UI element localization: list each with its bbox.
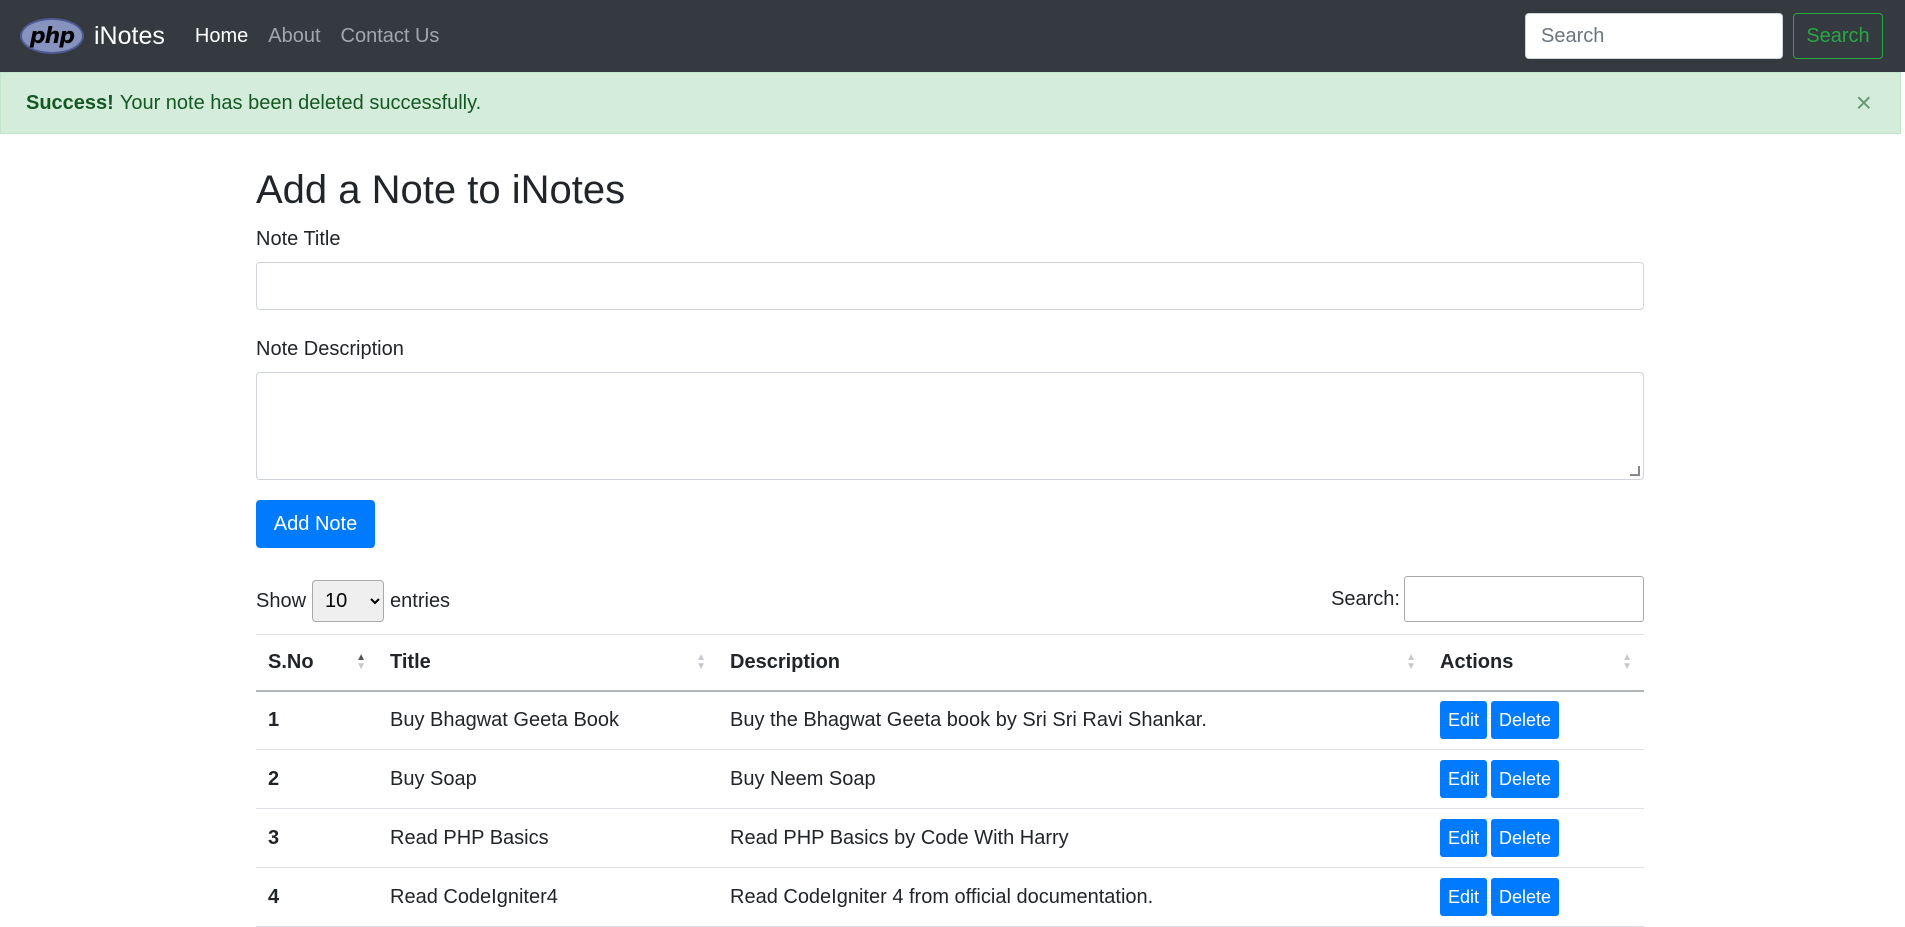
datatable-controls: Show 10 entries Search: [256, 576, 1644, 626]
table-header-row: S.No ▲ ▼ Title ▲ ▼ Description ▲ ▼ Actions … [256, 634, 1644, 692]
cell-actions: Edit Delete [1428, 690, 1644, 750]
column-header-title[interactable]: Title ▲ ▼ [378, 634, 718, 692]
alert-message: Your note has been deleted successfully. [119, 91, 482, 114]
cell-actions: Edit Delete [1428, 749, 1644, 809]
column-header-label: Actions [1440, 650, 1514, 673]
add-note-button[interactable]: Add Note [256, 500, 375, 548]
sort-asc-icon: ▲ ▼ [356, 652, 366, 672]
show-label: Show [256, 589, 307, 612]
column-header-label: Title [390, 650, 431, 673]
delete-button[interactable]: Delete [1491, 701, 1560, 740]
brand-name: iNotes [94, 21, 165, 50]
cell-description: Read CodeIgniter 4 from official documen… [718, 867, 1428, 927]
nav-links: Home About Contact Us [195, 25, 460, 48]
navbar-search-form: Search [1525, 13, 1883, 59]
datatable-search-label: Search: [1331, 587, 1400, 610]
cell-description: Buy Neem Soap [718, 749, 1428, 809]
notes-table: S.No ▲ ▼ Title ▲ ▼ Description ▲ ▼ Actions … [256, 634, 1644, 927]
sort-icon: ▲ ▼ [1406, 652, 1416, 672]
brand[interactable]: php iNotes [20, 18, 165, 54]
sort-icon: ▲ ▼ [1622, 652, 1632, 672]
nav-contact-link[interactable]: Contact Us [341, 25, 440, 48]
cell-description: Read PHP Basics by Code With Harry [718, 808, 1428, 868]
table-row: 3 Read PHP Basics Read PHP Basics by Cod… [256, 808, 1644, 868]
column-header-label: Description [730, 650, 841, 673]
nav-home-link[interactable]: Home [195, 25, 248, 48]
cell-title: Buy Soap [378, 749, 718, 809]
table-row: 4 Read CodeIgniter4 Read CodeIgniter 4 f… [256, 867, 1644, 927]
delete-button[interactable]: Delete [1491, 760, 1560, 798]
note-description-label: Note Description [256, 338, 404, 360]
entries-label: entries [390, 589, 451, 612]
entries-select[interactable]: 10 [312, 580, 385, 622]
php-logo: php [20, 18, 84, 54]
nav-about-link[interactable]: About [268, 25, 320, 48]
note-title-label: Note Title [256, 228, 341, 250]
navbar-search-button[interactable]: Search [1793, 13, 1883, 59]
cell-sno: 3 [256, 808, 378, 868]
cell-title: Buy Bhagwat Geeta Book [378, 690, 718, 750]
cell-actions: Edit Delete [1428, 867, 1644, 927]
cell-sno: 4 [256, 867, 378, 927]
navbar: php iNotes Home About Contact Us Search [0, 0, 1905, 72]
datatable-search-input[interactable] [1404, 576, 1644, 622]
page-title: Add a Note to iNotes [256, 168, 626, 212]
column-header-description[interactable]: Description ▲ ▼ [718, 634, 1428, 692]
edit-button[interactable]: Edit [1440, 701, 1488, 740]
column-header-label: S.No [268, 650, 314, 673]
column-header-sno[interactable]: S.No ▲ ▼ [256, 634, 378, 692]
close-icon[interactable]: × [1856, 87, 1872, 119]
note-title-input[interactable] [256, 262, 1644, 310]
success-alert: Success! Your note has been deleted succ… [0, 72, 1901, 134]
cell-sno: 1 [256, 690, 378, 750]
cell-actions: Edit Delete [1428, 808, 1644, 868]
alert-strong: Success! [26, 91, 114, 114]
column-header-actions[interactable]: Actions ▲ ▼ [1428, 634, 1644, 692]
cell-title: Read PHP Basics [378, 808, 718, 868]
table-row: 1 Buy Bhagwat Geeta Book Buy the Bhagwat… [256, 690, 1644, 750]
cell-description: Buy the Bhagwat Geeta book by Sri Sri Ra… [718, 690, 1428, 750]
cell-title: Read CodeIgniter4 [378, 867, 718, 927]
edit-button[interactable]: Edit [1440, 760, 1488, 798]
navbar-search-input[interactable] [1525, 13, 1783, 59]
edit-button[interactable]: Edit [1440, 878, 1488, 916]
resize-grip-icon[interactable] [1630, 466, 1640, 476]
delete-button[interactable]: Delete [1491, 819, 1560, 857]
cell-sno: 2 [256, 749, 378, 809]
delete-button[interactable]: Delete [1491, 878, 1560, 916]
edit-button[interactable]: Edit [1440, 819, 1488, 857]
sort-icon: ▲ ▼ [696, 652, 706, 672]
note-description-textarea[interactable] [256, 372, 1644, 480]
main-container: Add a Note to iNotes Note Title Note Des… [256, 134, 1644, 927]
table-row: 2 Buy Soap Buy Neem Soap Edit Delete [256, 749, 1644, 809]
datatable-search: Search: [1331, 576, 1644, 622]
